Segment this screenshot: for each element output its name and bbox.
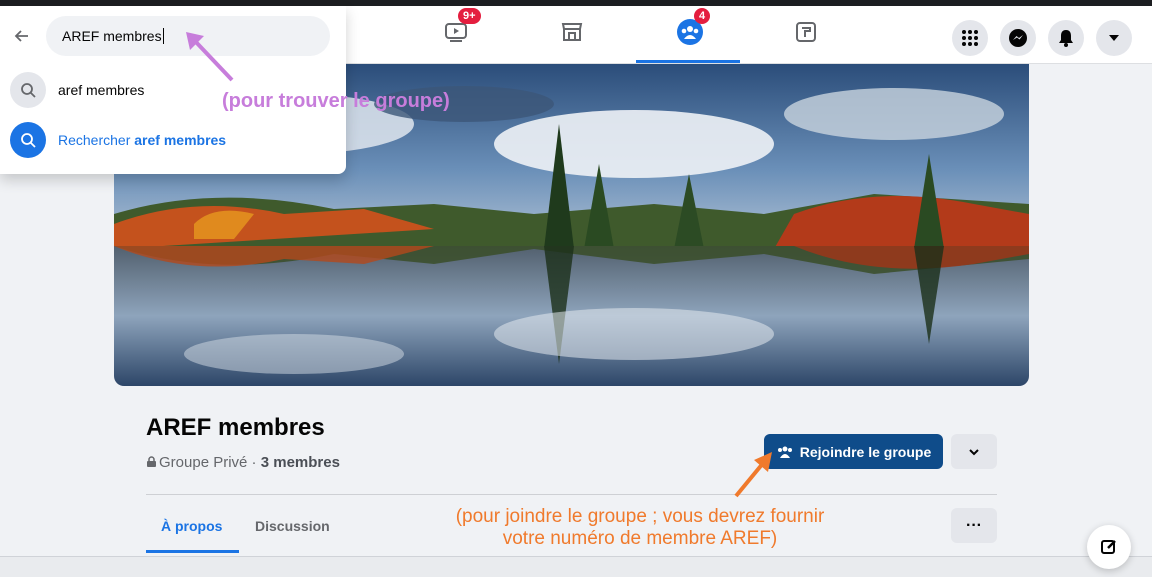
menu-button[interactable] [952, 20, 988, 56]
nav-selected-indicator [636, 60, 740, 63]
search-for-bold: aref membres [134, 132, 227, 148]
group-privacy: Groupe Privé · [159, 454, 261, 471]
join-group-button[interactable]: Rejoindre le groupe [764, 434, 943, 469]
suggestion-search-icon-wrap [10, 72, 46, 108]
search-for-text: Rechercher aref membres [58, 132, 226, 148]
header-divider [146, 494, 997, 495]
caret-down-icon [1109, 35, 1119, 41]
grid-menu-icon [962, 30, 978, 46]
group-people-icon [777, 446, 792, 458]
messenger-button[interactable] [1000, 20, 1036, 56]
annotation-arrow-join [734, 452, 772, 498]
nav-watch[interactable]: 9+ [440, 8, 481, 48]
compose-icon [1101, 540, 1116, 554]
search-icon [21, 133, 36, 148]
tab-about[interactable]: À propos [161, 518, 222, 534]
new-message-button[interactable] [1087, 525, 1131, 569]
search-query-text: AREF membres [62, 28, 162, 44]
nav-groups[interactable]: 4 [674, 8, 711, 48]
lock-icon [147, 456, 156, 467]
annotation-arrow-search [186, 32, 234, 82]
search-for-item[interactable]: Rechercher aref membres [10, 122, 340, 158]
group-title: AREF membres [146, 414, 325, 441]
groups-badge: 4 [694, 8, 711, 24]
group-member-count[interactable]: 3 membres [261, 454, 340, 471]
text-cursor [162, 28, 164, 44]
bottom-bar [0, 556, 1152, 577]
marketplace-icon [561, 23, 583, 41]
annotation-join-hint: (pour joindre le groupe ; vous devrez fo… [410, 506, 870, 550]
more-tabs-button[interactable]: ··· [951, 508, 997, 543]
notifications-button[interactable] [1048, 20, 1084, 56]
nav-marketplace[interactable] [556, 16, 588, 48]
bell-icon [1059, 30, 1073, 47]
tab-discussion[interactable]: Discussion [255, 518, 330, 534]
search-for-icon-wrap [10, 122, 46, 158]
gaming-icon [796, 22, 816, 42]
annotation-search-hint: (pour trouver le groupe) [222, 90, 450, 112]
chevron-down-icon [969, 448, 979, 455]
watch-badge: 9+ [458, 8, 481, 24]
arrow-left-icon [14, 30, 28, 42]
annotation-join-line1: (pour joindre le groupe ; vous devrez fo… [455, 506, 825, 527]
account-button[interactable] [1096, 20, 1132, 56]
group-options-button[interactable] [951, 434, 997, 469]
suggestion-text: aref membres [58, 82, 145, 98]
search-for-prefix: Rechercher [58, 132, 135, 148]
nav-gaming[interactable] [790, 16, 822, 48]
annotation-join-line2: votre numéro de membre AREF) [502, 528, 778, 549]
join-group-label: Rejoindre le groupe [799, 443, 932, 460]
tab-about-underline [146, 550, 239, 553]
search-icon [21, 83, 36, 98]
back-button[interactable] [10, 24, 34, 48]
messenger-icon [1009, 29, 1027, 47]
group-meta: Groupe Privé · 3 membres [146, 454, 340, 471]
